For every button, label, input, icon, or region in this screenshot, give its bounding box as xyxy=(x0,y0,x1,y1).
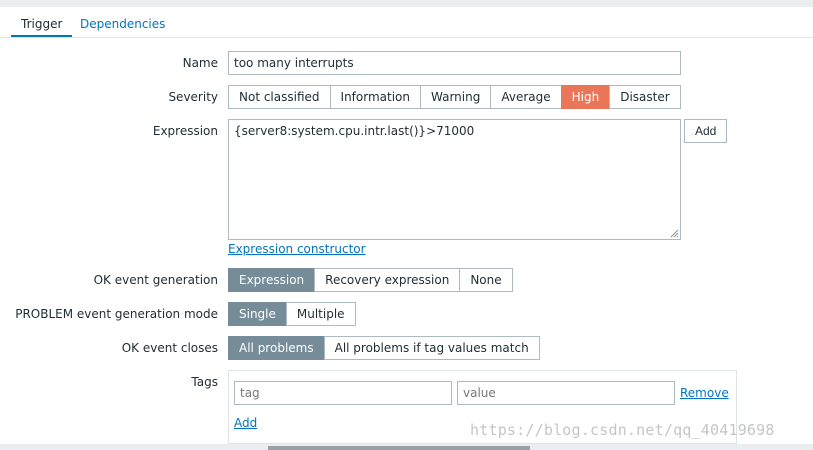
ok-event-closes-selector: All problems All problems if tag values … xyxy=(228,336,540,360)
severity-selector: Not classified Information Warning Avera… xyxy=(228,85,681,109)
resize-grip-icon[interactable] xyxy=(670,229,679,238)
expression-label: Expression xyxy=(152,124,218,138)
ok-closes-tag-match[interactable]: All problems if tag values match xyxy=(323,336,540,360)
ok-generation-none[interactable]: None xyxy=(459,268,513,292)
severity-average[interactable]: Average xyxy=(490,85,562,109)
problem-mode-multiple[interactable]: Multiple xyxy=(285,302,356,326)
problem-mode-single[interactable]: Single xyxy=(228,302,287,326)
watermark: https://blog.csdn.net/qq_40419698 xyxy=(470,421,775,439)
expression-constructor-link[interactable]: Expression constructor xyxy=(228,242,366,256)
ok-event-closes-label: OK event closes xyxy=(121,341,218,355)
horizontal-scrollbar-thumb[interactable] xyxy=(268,446,530,450)
severity-information[interactable]: Information xyxy=(329,85,421,109)
top-strip xyxy=(0,0,813,7)
ok-generation-recovery-expression[interactable]: Recovery expression xyxy=(314,268,461,292)
ok-closes-all-problems[interactable]: All problems xyxy=(228,336,325,360)
severity-label: Severity xyxy=(168,90,218,104)
expression-textarea[interactable]: {server8:system.cpu.intr.last()}>71000 xyxy=(228,119,681,240)
tag-name-input[interactable] xyxy=(234,381,452,405)
problem-mode-label: PROBLEM event generation mode xyxy=(15,307,218,321)
tab-dependencies[interactable]: Dependencies xyxy=(70,12,175,36)
tag-remove-link[interactable]: Remove xyxy=(680,386,729,400)
tag-add-link[interactable]: Add xyxy=(234,416,257,430)
name-label: Name xyxy=(182,56,218,70)
ok-event-generation-label: OK event generation xyxy=(93,273,218,287)
tags-label: Tags xyxy=(191,375,218,389)
ok-generation-expression[interactable]: Expression xyxy=(228,268,316,292)
severity-disaster[interactable]: Disaster xyxy=(609,85,681,109)
problem-mode-selector: Single Multiple xyxy=(228,302,356,326)
severity-not-classified[interactable]: Not classified xyxy=(228,85,331,109)
tag-value-input[interactable] xyxy=(457,381,675,405)
tab-trigger[interactable]: Trigger xyxy=(11,12,73,37)
tab-bar: Trigger Dependencies xyxy=(0,7,813,38)
severity-warning[interactable]: Warning xyxy=(420,85,492,109)
expression-add-button[interactable]: Add xyxy=(684,119,728,143)
severity-high[interactable]: High xyxy=(560,85,611,109)
ok-event-generation-selector: Expression Recovery expression None xyxy=(228,268,513,292)
name-input[interactable] xyxy=(228,51,681,75)
expression-text: {server8:system.cpu.intr.last()}>71000 xyxy=(234,124,475,138)
